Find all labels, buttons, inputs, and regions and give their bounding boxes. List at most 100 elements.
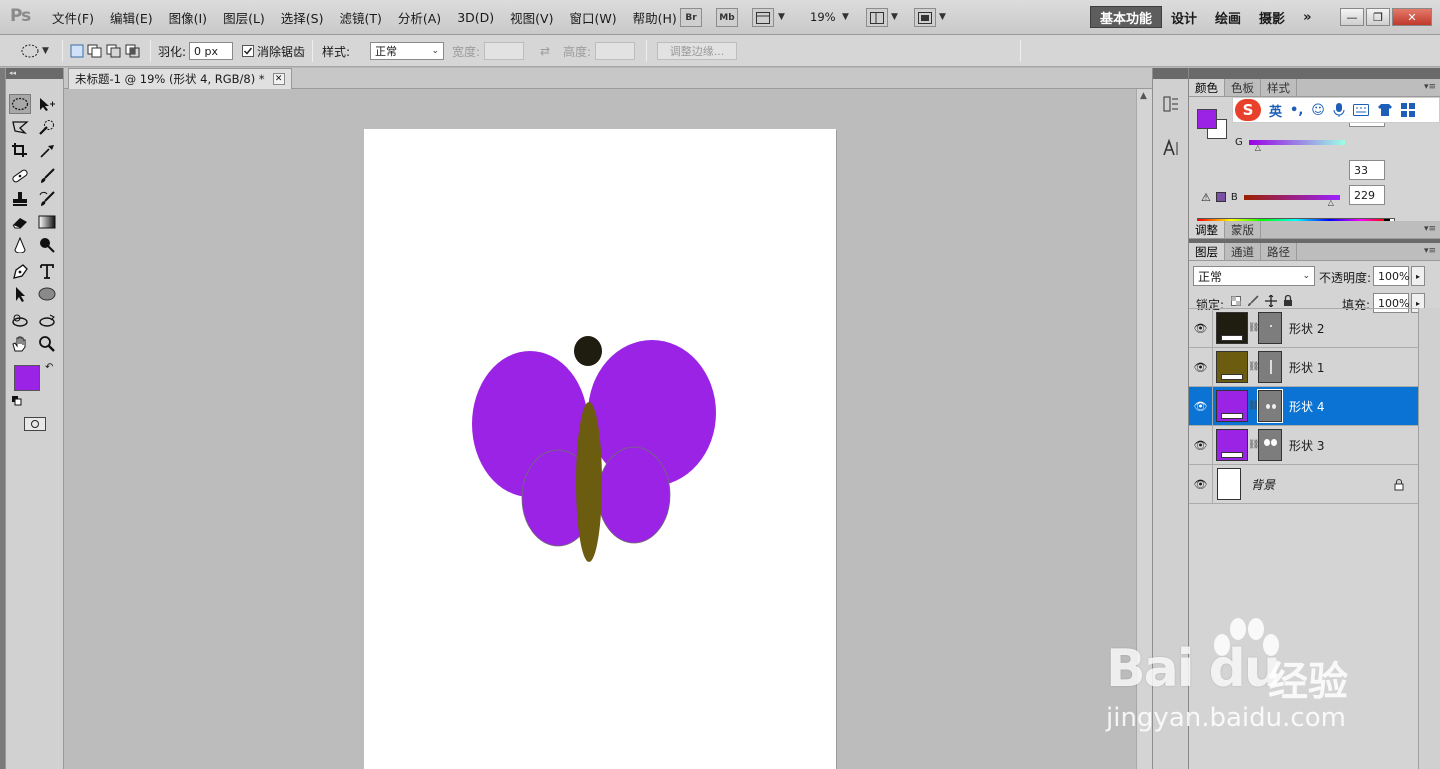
- channel-b-slider[interactable]: △: [1243, 194, 1340, 207]
- opacity-stepper[interactable]: ▸: [1411, 266, 1425, 286]
- tool-preset-picker[interactable]: ▼: [20, 41, 49, 61]
- zoom-tool[interactable]: [36, 334, 58, 354]
- quick-selection-tool[interactable]: [36, 117, 58, 137]
- lock-pixels-icon[interactable]: [1247, 295, 1259, 307]
- character-panel-button[interactable]: [1159, 136, 1183, 160]
- panel-menu-icon[interactable]: ▾≡: [1424, 224, 1436, 234]
- panel-collapse-handle[interactable]: [1189, 68, 1440, 79]
- butterfly-head[interactable]: [574, 336, 602, 366]
- menu-file[interactable]: 文件(F): [44, 8, 102, 27]
- menu-select[interactable]: 选择(S): [273, 8, 332, 27]
- menu-view[interactable]: 视图(V): [502, 8, 561, 27]
- punctuation-icon[interactable]: •,: [1290, 103, 1303, 118]
- hand-tool[interactable]: [9, 334, 31, 354]
- quick-mask-button[interactable]: [24, 417, 46, 431]
- blend-mode-select[interactable]: 正常 ⌄: [1193, 266, 1315, 286]
- close-icon[interactable]: ✕: [272, 73, 285, 85]
- eye-icon[interactable]: 👁: [1189, 425, 1213, 465]
- microphone-icon[interactable]: [1333, 102, 1345, 118]
- path-selection-tool[interactable]: [9, 284, 31, 304]
- zoom-level[interactable]: 19%: [810, 10, 836, 24]
- butterfly-body[interactable]: [576, 402, 602, 562]
- move-tool[interactable]: [36, 94, 58, 114]
- chevron-down-icon[interactable]: ▼: [842, 12, 849, 22]
- eyedropper-tool[interactable]: [36, 140, 58, 160]
- layer-row-shape-3[interactable]: 👁 ⛓ 形状 3: [1189, 425, 1419, 465]
- workspace-essentials[interactable]: 基本功能: [1090, 6, 1163, 28]
- lock-position-icon[interactable]: [1265, 295, 1277, 307]
- butterfly-artwork[interactable]: [364, 129, 836, 769]
- channel-g-slider[interactable]: △: [1248, 139, 1345, 152]
- menu-analysis[interactable]: 分析(A): [390, 8, 449, 27]
- document-canvas[interactable]: [364, 129, 836, 769]
- gamut-swatch[interactable]: [1215, 192, 1226, 202]
- layer-row-shape-1[interactable]: 👁 ⛓ 形状 1: [1189, 347, 1419, 387]
- bridge-button[interactable]: Br: [680, 8, 702, 27]
- history-brush-tool[interactable]: [36, 189, 58, 209]
- channel-g-input[interactable]: 33: [1349, 160, 1385, 180]
- 3d-orbit-tool[interactable]: [36, 311, 58, 331]
- feather-input[interactable]: 0 px: [189, 42, 234, 60]
- workspace-design[interactable]: 设计: [1162, 6, 1206, 28]
- panel-collapse-handle[interactable]: ◂◂: [6, 68, 63, 79]
- swap-colors-icon[interactable]: ↶: [45, 362, 53, 373]
- eraser-tool[interactable]: [9, 212, 31, 232]
- tab-masks[interactable]: 蒙版: [1225, 221, 1261, 238]
- layers-scrollbar[interactable]: [1418, 308, 1440, 769]
- ellipse-shape-tool[interactable]: [36, 284, 58, 304]
- vector-mask-thumbnail[interactable]: [1258, 351, 1282, 383]
- ellipse-marquee-tool[interactable]: [9, 94, 31, 114]
- menu-image[interactable]: 图像(I): [161, 8, 215, 27]
- add-to-selection-icon[interactable]: [87, 44, 103, 58]
- vector-mask-thumbnail[interactable]: [1258, 312, 1282, 344]
- vertical-scrollbar[interactable]: ▲: [1136, 89, 1152, 769]
- intersect-selection-icon[interactable]: [125, 44, 141, 58]
- workspace-more[interactable]: »: [1294, 6, 1320, 28]
- layer-name[interactable]: 形状 3: [1289, 437, 1324, 454]
- new-selection-icon[interactable]: [70, 44, 84, 58]
- slider-thumb-icon[interactable]: △: [1328, 198, 1334, 207]
- lower-right-wing[interactable]: [597, 446, 671, 544]
- blur-tool[interactable]: [9, 235, 31, 255]
- ime-language-toggle[interactable]: 英: [1269, 101, 1282, 120]
- color-panel-foreground[interactable]: [1197, 109, 1217, 129]
- height-input[interactable]: [595, 42, 636, 60]
- layer-row-shape-4[interactable]: 👁 ⛓ 形状 4: [1189, 386, 1419, 426]
- menu-layer[interactable]: 图层(L): [215, 8, 273, 27]
- layer-row-background[interactable]: 👁 背景: [1189, 464, 1419, 504]
- eye-icon[interactable]: 👁: [1189, 308, 1213, 348]
- scroll-up-icon[interactable]: ▲: [1140, 91, 1147, 101]
- eye-icon[interactable]: 👁: [1189, 464, 1213, 504]
- panel-menu-icon[interactable]: ▾≡: [1424, 246, 1436, 256]
- 3d-rotate-tool[interactable]: [9, 311, 31, 331]
- mini-bridge-button[interactable]: Mb: [716, 8, 738, 27]
- minimize-button[interactable]: —: [1340, 8, 1364, 26]
- restore-button[interactable]: ❐: [1366, 8, 1390, 26]
- tab-paths[interactable]: 路径: [1261, 243, 1297, 260]
- channel-b-input[interactable]: 229: [1349, 185, 1385, 205]
- tab-layers[interactable]: 图层: [1189, 243, 1225, 260]
- antialias-checkbox[interactable]: [242, 45, 254, 57]
- layer-name[interactable]: 形状 2: [1289, 320, 1324, 337]
- menu-help[interactable]: 帮助(H): [625, 8, 685, 27]
- chevron-down-icon[interactable]: ▼: [939, 12, 946, 22]
- eye-icon[interactable]: 👁: [1189, 386, 1213, 426]
- layer-row-shape-2[interactable]: 👁 ⛓ 形状 2: [1189, 308, 1419, 348]
- brush-tool[interactable]: [36, 166, 58, 186]
- width-input[interactable]: [484, 42, 525, 60]
- swap-icon[interactable]: ⇄: [540, 41, 550, 61]
- gamut-warning-icon[interactable]: ⚠: [1201, 191, 1211, 204]
- history-panel-button[interactable]: [1159, 92, 1183, 116]
- vector-mask-thumbnail[interactable]: [1257, 389, 1283, 423]
- close-button[interactable]: ✕: [1392, 8, 1432, 26]
- crop-tool[interactable]: [9, 140, 31, 160]
- tab-styles[interactable]: 样式: [1261, 79, 1297, 96]
- menu-edit[interactable]: 编辑(E): [102, 8, 161, 27]
- layer-name[interactable]: 形状 4: [1289, 398, 1324, 415]
- workspace-painting[interactable]: 绘画: [1206, 6, 1250, 28]
- foreground-color-swatch[interactable]: [14, 365, 40, 391]
- slider-thumb-icon[interactable]: △: [1255, 143, 1261, 152]
- workspace-photography[interactable]: 摄影: [1250, 6, 1294, 28]
- toolbox-icon[interactable]: [1400, 103, 1415, 117]
- refine-edge-button[interactable]: 调整边缘...: [657, 41, 737, 61]
